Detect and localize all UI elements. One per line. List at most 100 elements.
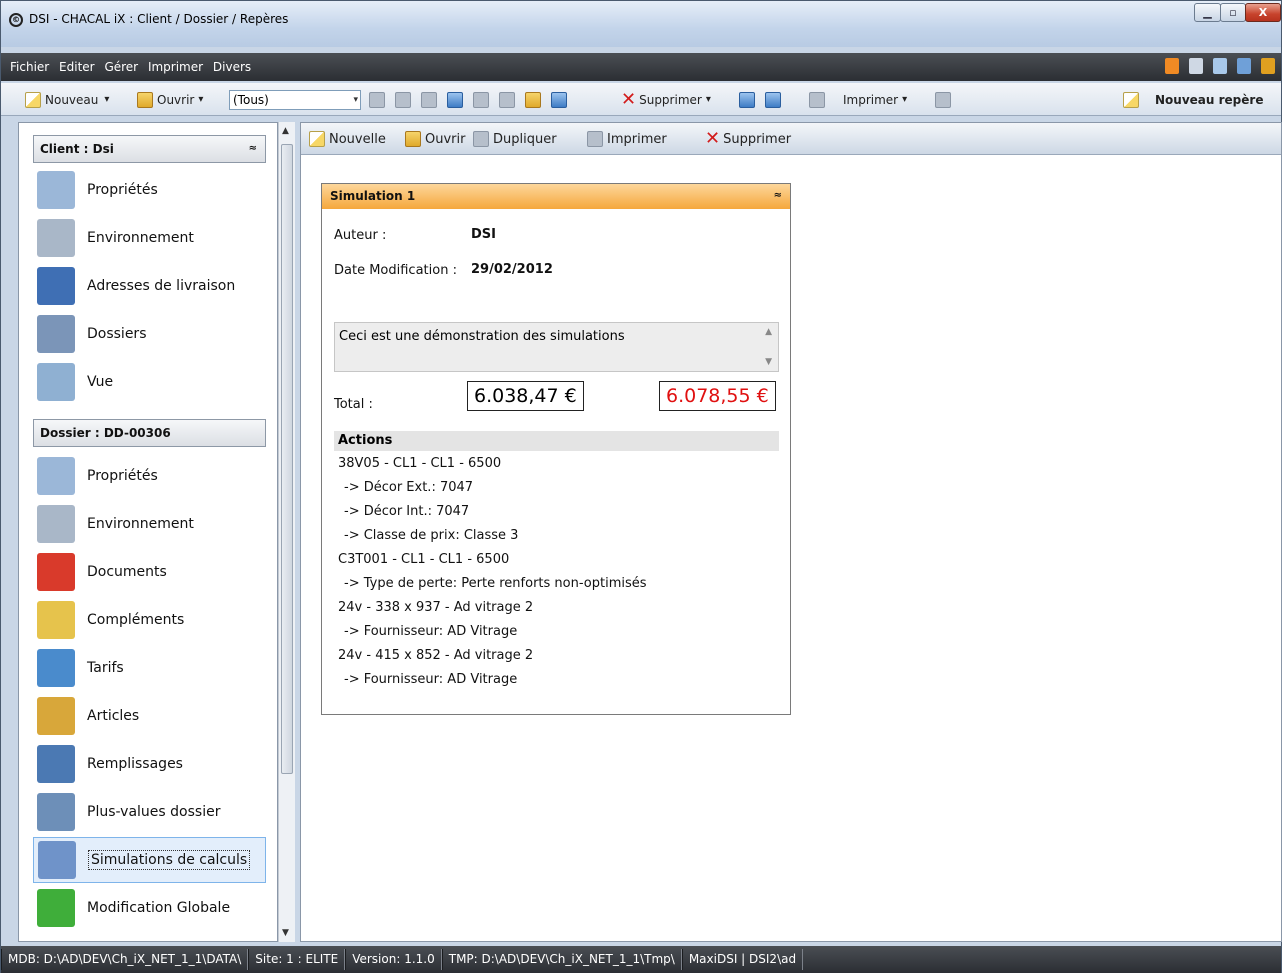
chevron-down-icon: ▾ xyxy=(353,95,358,105)
sidebar-client-item[interactable]: Environnement xyxy=(33,215,266,261)
menu-imprimer[interactable]: Imprimer xyxy=(145,53,206,81)
sidebar-dossier-item[interactable]: Articles xyxy=(33,693,266,739)
sidebar-dossier-item[interactable]: Propriétés xyxy=(33,453,266,499)
status-bar: MDB: D:\AD\DEV\Ch_iX_NET_1_1\DATA\ Site:… xyxy=(1,946,1281,973)
grid-icon[interactable] xyxy=(935,91,951,108)
sidebar-client-item[interactable]: Adresses de livraison xyxy=(33,263,266,309)
chevron-down-icon[interactable]: ▾ xyxy=(198,94,203,105)
total-value: 6.038,47 € xyxy=(467,381,584,411)
layout-icon[interactable] xyxy=(1213,58,1227,74)
scrollbar-thumb[interactable] xyxy=(281,144,293,774)
image-icon[interactable] xyxy=(739,91,755,108)
edit-icon[interactable] xyxy=(525,91,541,108)
save-all-icon[interactable] xyxy=(421,91,437,108)
sidebar-dossier-item[interactable]: Compléments xyxy=(33,597,266,643)
action-line: 24v - 415 x 852 - Ad vitrage 2 xyxy=(338,648,534,663)
duplicate-icon[interactable] xyxy=(499,91,515,108)
delete-button[interactable]: ✕ Supprimer ▾ xyxy=(621,83,711,116)
chevron-down-icon[interactable]: ▾ xyxy=(902,94,907,105)
status-mdb: MDB: D:\AD\DEV\Ch_iX_NET_1_1\DATA\ xyxy=(1,949,249,970)
sidebar-client-item[interactable]: Dossiers xyxy=(33,311,266,357)
new-mark-button[interactable]: Nouveau repère xyxy=(1123,83,1263,116)
maximize-button[interactable]: ▫ xyxy=(1220,3,1246,22)
sidebar-dossier-item[interactable]: Plus-values dossier xyxy=(33,789,266,835)
actions-header: Actions xyxy=(334,431,779,451)
tree-icon[interactable] xyxy=(1237,58,1251,74)
export-icon[interactable] xyxy=(447,91,463,108)
duplicate-button[interactable]: Dupliquer xyxy=(473,123,557,155)
save-icon[interactable] xyxy=(395,91,411,108)
calculator-icon[interactable] xyxy=(551,91,567,108)
sidebar-client-item[interactable]: Propriétés xyxy=(33,167,266,213)
plus-value-icon xyxy=(37,793,75,831)
minimize-button[interactable]: ▁ xyxy=(1194,3,1221,22)
simulation-title: Simulation 1 xyxy=(330,189,416,203)
scroll-up-icon[interactable]: ▲ xyxy=(282,126,289,136)
open-simulation-label: Ouvrir xyxy=(425,131,466,147)
toolbar-icon-group-2 xyxy=(739,83,785,116)
open-folder-icon xyxy=(137,91,153,108)
edit-icon[interactable] xyxy=(1189,58,1203,74)
sidebar-dossier-item[interactable]: Remplissages xyxy=(33,741,266,787)
sidebar-scrollbar[interactable]: ▲ ▼ xyxy=(278,122,295,942)
simulation-card[interactable]: Simulation 1 ≈ Auteur : DSI Date Modific… xyxy=(321,183,791,715)
tools-icon[interactable] xyxy=(1261,58,1275,74)
complements-icon xyxy=(37,601,75,639)
new-simulation-button[interactable]: Nouvelle xyxy=(309,123,386,155)
simulation-toolbar: Nouvelle Ouvrir Dupliquer Imprimer ✕ Sup… xyxy=(301,123,1281,155)
delivery-truck-icon xyxy=(37,267,75,305)
sidebar-dossier-item[interactable]: Documents xyxy=(33,549,266,595)
filter-select[interactable]: (Tous) ▾ xyxy=(229,90,361,110)
collapse-icon[interactable]: ≈ xyxy=(774,184,782,208)
sidebar-client-item-label: Propriétés xyxy=(87,182,158,198)
new-button[interactable]: Nouveau ▾ xyxy=(25,83,109,116)
menu-divers[interactable]: Divers xyxy=(210,53,254,81)
chevron-down-icon[interactable]: ▾ xyxy=(706,94,711,105)
print-label: Imprimer xyxy=(843,92,899,107)
sidebar-dossier-item-label: Articles xyxy=(87,708,140,724)
simulation-card-header[interactable]: Simulation 1 ≈ xyxy=(322,184,790,209)
sidebar-dossier-item[interactable]: Simulations de calculs xyxy=(33,837,266,883)
sidebar-dossier-item[interactable]: Tarifs xyxy=(33,645,266,691)
print-simulation-button[interactable]: Imprimer xyxy=(587,123,667,155)
client-group-header[interactable]: Client : Dsi ≈ xyxy=(33,135,266,163)
collapse-icon[interactable]: ≈ xyxy=(249,136,257,162)
dossier-group-header[interactable]: Dossier : DD-00306 xyxy=(33,419,266,447)
main-content: Nouvelle Ouvrir Dupliquer Imprimer ✕ Sup… xyxy=(300,122,1282,942)
action-line: -> Fournisseur: AD Vitrage xyxy=(344,672,518,687)
description-field[interactable]: Ceci est une démonstration des simulatio… xyxy=(334,322,779,372)
print-button[interactable]: Imprimer ▾ xyxy=(809,83,907,116)
home-icon[interactable] xyxy=(1165,58,1179,74)
delete-label: Supprimer xyxy=(639,92,702,107)
menu-fichier[interactable]: Fichier xyxy=(7,53,52,81)
sidebar-dossier-item-label: Tarifs xyxy=(87,660,124,676)
refresh-icon[interactable] xyxy=(369,91,385,108)
action-line: 38V05 - CL1 - CL1 - 6500 xyxy=(338,456,502,471)
menu-editer[interactable]: Editer xyxy=(56,53,98,81)
sidebar-client-item[interactable]: Vue xyxy=(33,359,266,405)
sidebar-dossier-item-label: Remplissages xyxy=(87,756,183,772)
new-icon xyxy=(309,131,325,147)
new-mark-label: Nouveau repère xyxy=(1155,92,1264,107)
sidebar-dossier-item-label: Propriétés xyxy=(87,468,158,484)
delete-icon: ✕ xyxy=(705,128,721,149)
delete-simulation-button[interactable]: ✕ Supprimer xyxy=(705,123,791,155)
sidebar-dossier-item[interactable]: Environnement xyxy=(33,501,266,547)
sidebar-dossier-item-label: Environnement xyxy=(87,516,194,532)
copy-icon[interactable] xyxy=(473,91,489,108)
author-label: Auteur : xyxy=(334,228,387,243)
menu-gerer[interactable]: Gérer xyxy=(101,53,141,81)
sidebar-dossier-item[interactable]: Modification Globale xyxy=(33,885,266,931)
tariffs-icon xyxy=(37,649,75,687)
scroll-down-icon[interactable]: ▼ xyxy=(282,928,289,938)
open-simulation-button[interactable]: Ouvrir xyxy=(405,123,465,155)
title-bar[interactable]: © DSI - CHACAL iX : Client / Dossier / R… xyxy=(1,1,1281,47)
gallery-icon[interactable] xyxy=(765,91,781,108)
scroll-up-icon[interactable]: ▲ xyxy=(765,327,772,337)
close-button[interactable]: X xyxy=(1245,3,1281,22)
chevron-down-icon[interactable]: ▾ xyxy=(104,94,109,105)
open-button[interactable]: Ouvrir ▾ xyxy=(137,83,203,116)
open-folder-icon xyxy=(405,131,421,147)
sidebar-dossier-item-label: Compléments xyxy=(87,612,185,628)
scroll-down-icon[interactable]: ▼ xyxy=(765,357,772,367)
